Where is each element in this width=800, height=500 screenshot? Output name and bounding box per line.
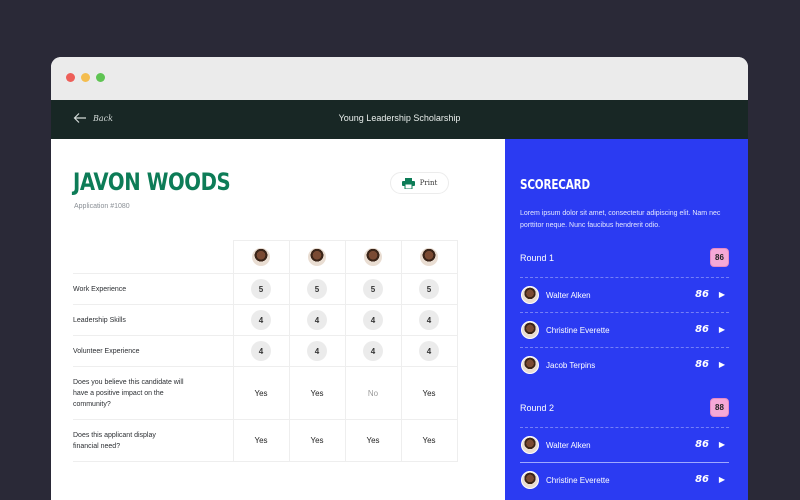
avatar xyxy=(521,436,539,454)
score-value: 4 xyxy=(251,341,271,361)
judge-row[interactable]: Jacob Terpins 86 ▶ xyxy=(520,347,729,382)
application-number: Application #1080 xyxy=(74,203,130,210)
score-value: 4 xyxy=(419,310,439,330)
print-button[interactable]: Print xyxy=(390,172,449,194)
chevron-right-icon: ▶ xyxy=(718,440,725,449)
app-header: Back Young Leadership Scholarship xyxy=(51,100,748,139)
maximize-window-button[interactable] xyxy=(96,73,105,82)
judge-score: 86 xyxy=(695,289,709,300)
judge-name: Jacob Terpins xyxy=(546,361,596,370)
score-value: 4 xyxy=(307,341,327,361)
answer-value: No xyxy=(367,388,379,398)
table-row: Volunteer Experience 4 4 4 4 xyxy=(73,335,458,367)
evaluation-table: Work Experience 5 5 5 5 Leadership Skill… xyxy=(73,240,458,462)
avatar xyxy=(521,471,539,489)
chevron-right-icon: ▶ xyxy=(718,325,725,334)
score-value: 4 xyxy=(307,310,327,330)
table-row: Does you believe this candidate will hav… xyxy=(73,366,458,420)
table-row: Work Experience 5 5 5 5 xyxy=(73,273,458,305)
chevron-right-icon: ▶ xyxy=(718,360,725,369)
judge-column-3 xyxy=(344,240,402,274)
avatar xyxy=(364,248,382,266)
answer-value: Yes xyxy=(422,388,436,398)
judge-row[interactable]: Walter Alken 86 ▶ xyxy=(520,427,729,462)
score-value: 4 xyxy=(419,341,439,361)
round-score-badge: 88 xyxy=(710,398,729,417)
score-value: 4 xyxy=(251,310,271,330)
answer-value: Yes xyxy=(310,436,324,445)
answer-value: Yes xyxy=(422,436,436,445)
judge-name: Walter Alken xyxy=(546,441,591,450)
round-label: Round 2 xyxy=(520,403,555,413)
score-value: 4 xyxy=(363,310,383,330)
avatar xyxy=(521,286,539,304)
judge-name: Walter Alken xyxy=(546,291,591,300)
criterion-label: Work Experience xyxy=(73,273,234,305)
judge-name: Christine Everette xyxy=(546,326,610,335)
printer-icon xyxy=(401,177,415,189)
criterion-label: Does you believe this candidate will hav… xyxy=(73,366,234,420)
judge-row[interactable]: Walter Alken 86 ▶ xyxy=(520,277,729,312)
avatar xyxy=(521,356,539,374)
table-row: Does this applicant display financial ne… xyxy=(73,419,458,462)
browser-window: Back Young Leadership Scholarship JAVON … xyxy=(51,57,748,500)
score-value: 5 xyxy=(419,279,439,299)
table-row: Leadership Skills 4 4 4 4 xyxy=(73,304,458,336)
chevron-right-icon: ▶ xyxy=(718,475,725,484)
judge-score: 86 xyxy=(695,324,709,335)
table-header-row xyxy=(73,240,458,274)
print-label: Print xyxy=(419,179,438,187)
round-label: Round 1 xyxy=(520,253,555,263)
avatar xyxy=(308,248,326,266)
round-score-badge: 86 xyxy=(710,248,729,267)
avatar xyxy=(420,248,438,266)
round-header-2: Round 2 88 xyxy=(520,398,729,418)
page-title: Young Leadership Scholarship xyxy=(338,113,461,123)
answer-value: Yes xyxy=(366,436,380,445)
judge-score: 86 xyxy=(695,474,709,485)
criterion-label: Volunteer Experience xyxy=(73,335,234,367)
answer-value: Yes xyxy=(310,388,324,398)
table-corner xyxy=(73,240,233,274)
judge-score: 86 xyxy=(695,359,709,370)
scorecard-title: SCORECARD xyxy=(520,178,590,193)
criterion-label: Leadership Skills xyxy=(73,304,234,336)
avatar xyxy=(252,248,270,266)
round-header-1: Round 1 86 xyxy=(520,248,729,268)
judge-name: Christine Everette xyxy=(546,476,610,485)
close-window-button[interactable] xyxy=(66,73,75,82)
applicant-name: JAVON WOODS xyxy=(73,168,231,196)
judge-column-4 xyxy=(400,240,458,274)
judge-score: 86 xyxy=(695,439,709,450)
score-value: 5 xyxy=(251,279,271,299)
browser-chrome xyxy=(51,57,748,100)
judge-row[interactable]: Christine Everette 86 ▶ xyxy=(520,462,729,497)
minimize-window-button[interactable] xyxy=(81,73,90,82)
score-value: 5 xyxy=(363,279,383,299)
score-value: 5 xyxy=(307,279,327,299)
avatar xyxy=(521,321,539,339)
score-value: 4 xyxy=(363,341,383,361)
judge-row[interactable]: Christine Everette 86 ▶ xyxy=(520,312,729,347)
answer-value: Yes xyxy=(254,388,268,398)
application-panel: JAVON WOODS Application #1080 Print Work… xyxy=(51,139,505,500)
answer-value: Yes xyxy=(254,436,268,445)
scorecard-panel: SCORECARD Lorem ipsum dolor sit amet, co… xyxy=(505,139,748,500)
judge-column-2 xyxy=(288,240,346,274)
chevron-right-icon: ▶ xyxy=(718,290,725,299)
judge-column-1 xyxy=(232,240,290,274)
criterion-label: Does this applicant display financial ne… xyxy=(73,419,234,462)
scorecard-description: Lorem ipsum dolor sit amet, consectetur … xyxy=(520,210,721,229)
